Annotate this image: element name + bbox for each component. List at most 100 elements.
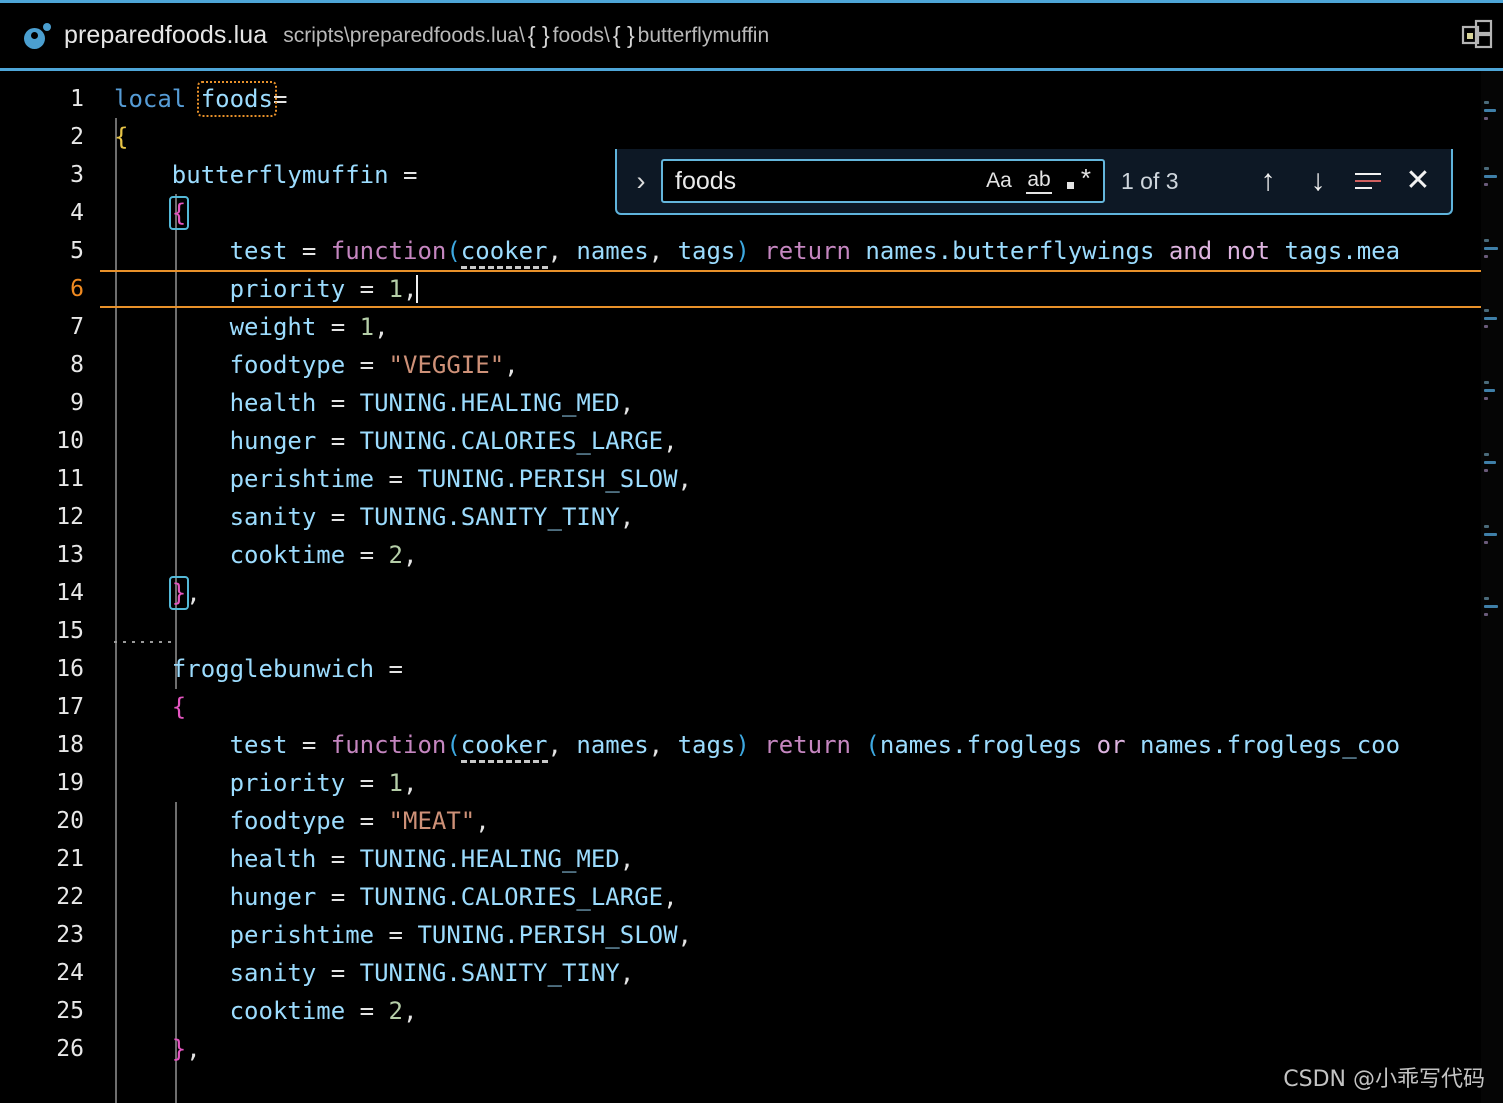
line-number: 23 (56, 922, 84, 948)
code-line[interactable]: priority = 1, (100, 764, 1503, 802)
code-line[interactable]: perishtime = TUNING.PERISH_SLOW, (100, 916, 1503, 954)
code-line-empty[interactable] (100, 612, 1503, 650)
token-function-keyword: function (330, 731, 447, 759)
line-number: 8 (70, 352, 84, 378)
arrow-down-icon[interactable]: ↓ (1299, 162, 1337, 200)
token-tuning-calories-large: TUNING.CALORIES_LARGE (359, 883, 664, 911)
token-assign: = (403, 161, 418, 189)
split-editor-icon[interactable] (1459, 17, 1495, 53)
token-close-brace: } (171, 1035, 187, 1063)
breadcrumb-symbol-foods[interactable]: foods\ (553, 24, 610, 48)
line-number: 17 (56, 694, 84, 720)
code-line[interactable]: cooktime = 2, (100, 536, 1503, 574)
token-comma: , (619, 503, 635, 531)
line-number: 3 (70, 162, 84, 188)
line-number: 22 (56, 884, 84, 910)
line-number: 1 (70, 86, 84, 112)
token-tuning-sanity-tiny: TUNING.SANITY_TINY (359, 503, 620, 531)
chevron-right-icon[interactable]: › (627, 167, 655, 195)
regex-icon: * (1067, 165, 1091, 193)
token-hunger: hunger (229, 883, 317, 911)
token-perishtime: perishtime (229, 921, 375, 949)
breadcrumb-file-name[interactable]: preparedfoods.lua (64, 21, 267, 50)
token-tuning-perish-slow: TUNING.PERISH_SLOW (417, 465, 678, 493)
token-tuning-sanity-tiny: TUNING.SANITY_TINY (359, 959, 620, 987)
line-number: 18 (56, 732, 84, 758)
token-open-brace: { (171, 693, 187, 721)
arrow-up-icon[interactable]: ↑ (1249, 162, 1287, 200)
line-number: 16 (56, 656, 84, 682)
code-line[interactable]: perishtime = TUNING.PERISH_SLOW, (100, 460, 1503, 498)
line-number: 14 (56, 580, 84, 606)
token-assign: = (388, 655, 403, 683)
line-number: 9 (70, 390, 84, 416)
token-butterflymuffin: butterflymuffin (171, 161, 389, 189)
token-cooktime: cooktime (229, 541, 346, 569)
token-tuning-healing-med: TUNING.HEALING_MED (359, 389, 620, 417)
breadcrumb-symbol-butterflymuffin[interactable]: butterflymuffin (638, 24, 770, 48)
code-line[interactable]: cooktime = 2, (100, 992, 1503, 1030)
lua-file-icon (22, 21, 52, 51)
token-sanity: sanity (229, 959, 317, 987)
line-number: 12 (56, 504, 84, 530)
match-case-toggle[interactable]: Aa (981, 164, 1017, 198)
code-line[interactable]: sanity = TUNING.SANITY_TINY, (100, 498, 1503, 536)
code-line[interactable]: hunger = TUNING.CALORIES_LARGE, (100, 422, 1503, 460)
token-foodtype: foodtype (229, 807, 346, 835)
token-perishtime: perishtime (229, 465, 375, 493)
code-line[interactable]: }, (100, 574, 1503, 612)
token-local: local (114, 85, 187, 113)
code-line[interactable]: { (100, 688, 1503, 726)
token-tags-param: tags (677, 237, 736, 265)
code-content[interactable]: local foods= { butterflymuffin = { test … (100, 71, 1503, 1103)
line-number: 7 (70, 314, 84, 340)
token-names-froglegs-coo: names.froglegs_coo (1139, 731, 1401, 759)
token-weight: weight (229, 313, 317, 341)
token-tags-param: tags (677, 731, 736, 759)
token-tags-mea: tags.mea (1284, 237, 1401, 265)
whole-word-toggle[interactable]: ab (1021, 164, 1057, 198)
code-line[interactable]: health = TUNING.HEALING_MED, (100, 840, 1503, 878)
code-line[interactable]: test = function(cooker, names, tags) ret… (100, 726, 1503, 764)
code-line[interactable]: foodtype = "MEAT", (100, 802, 1503, 840)
bracket-match-highlight: { (168, 196, 190, 230)
code-line[interactable]: weight = 1, (100, 308, 1503, 346)
token-comma: , (186, 1035, 201, 1063)
search-input-wrapper[interactable]: Aa ab * (661, 159, 1105, 203)
token-priority: priority (229, 769, 346, 797)
find-in-selection-icon[interactable] (1349, 162, 1387, 200)
token-number-one: 1 (388, 769, 403, 797)
token-return-keyword: return (764, 237, 851, 265)
token-open-brace: { (114, 123, 129, 151)
line-number: 2 (70, 124, 84, 150)
search-input[interactable] (675, 166, 981, 196)
find-match-highlight: foods (196, 81, 277, 117)
code-line[interactable]: health = TUNING.HEALING_MED, (100, 384, 1503, 422)
close-icon[interactable]: ✕ (1399, 162, 1437, 200)
line-number-gutter: 1 2 3 4 5 6 7 8 9 10 11 12 13 14 15 16 1… (0, 71, 100, 1103)
token-number-one: 1 (388, 275, 403, 303)
regex-toggle[interactable]: * (1061, 164, 1097, 198)
code-line[interactable]: frogglebunwich = (100, 650, 1503, 688)
token-number-two: 2 (388, 541, 403, 569)
breadcrumb-path-prefix[interactable]: scripts\preparedfoods.lua\ (283, 24, 525, 48)
token-comma: , (403, 997, 418, 1025)
minimap-scrollbar[interactable] (1481, 71, 1503, 1103)
token-number-two: 2 (388, 997, 403, 1025)
breadcrumb-symbol-braces-icon-1: { } (527, 22, 550, 48)
token-health: health (229, 845, 317, 873)
token-foodtype: foodtype (229, 351, 346, 379)
line-number: 26 (56, 1036, 84, 1062)
code-line[interactable]: sanity = TUNING.SANITY_TINY, (100, 954, 1503, 992)
bracket-match-highlight: } (168, 576, 190, 610)
code-line[interactable]: local foods= (100, 80, 1503, 118)
code-line[interactable]: foodtype = "VEGGIE", (100, 346, 1503, 384)
token-priority: priority (229, 275, 346, 303)
token-function-keyword: function (330, 237, 447, 265)
line-number: 15 (56, 618, 84, 644)
code-line-active[interactable]: priority = 1, (100, 270, 1503, 308)
code-line[interactable]: test = function(cooker, names, tags) ret… (100, 232, 1503, 270)
token-comma: , (677, 465, 692, 493)
code-line[interactable]: hunger = TUNING.CALORIES_LARGE, (100, 878, 1503, 916)
token-comma: , (663, 883, 678, 911)
